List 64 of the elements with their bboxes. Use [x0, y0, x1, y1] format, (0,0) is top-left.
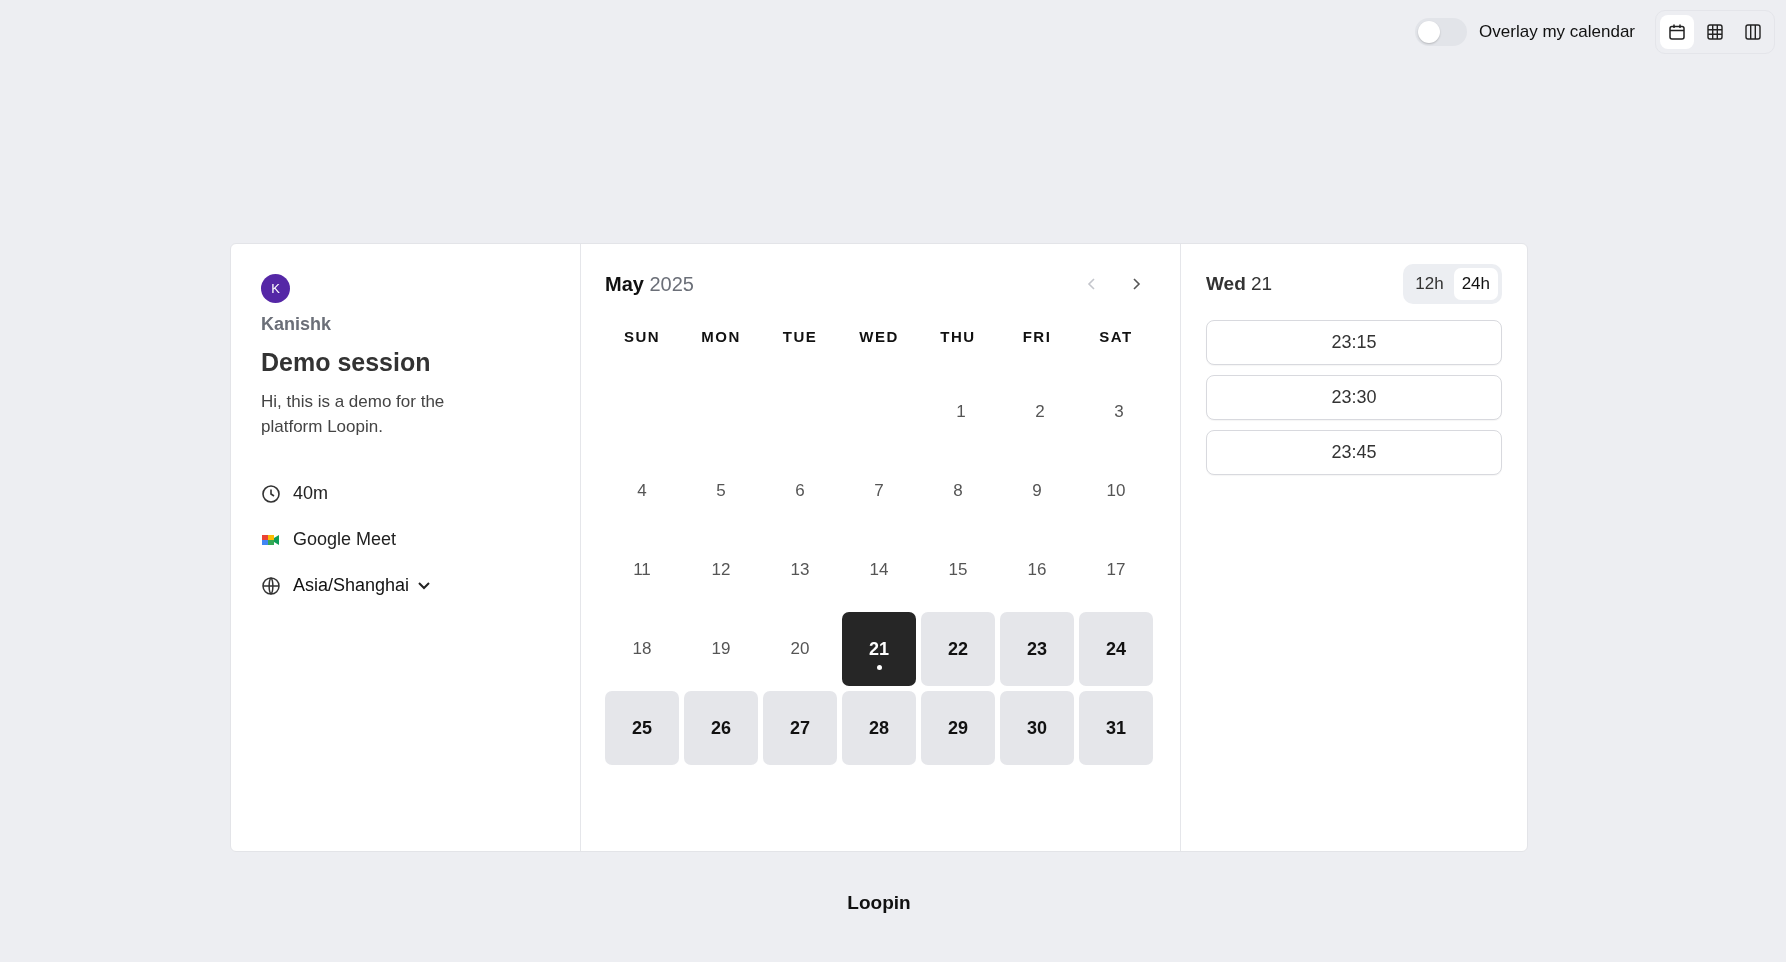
day-number: 2	[1034, 401, 1046, 423]
event-title: Demo session	[261, 348, 431, 377]
duration-text: 40m	[293, 483, 328, 504]
weekday-label: FRI	[1021, 328, 1053, 345]
day-number: 13	[789, 559, 811, 581]
weekday-label: SAT	[1098, 328, 1134, 345]
available-day-button[interactable]: 26	[684, 691, 758, 765]
calendar-icon	[1668, 23, 1686, 41]
weekday-label: TUE	[781, 328, 819, 345]
day-number: 15	[947, 559, 969, 581]
time-slot-button[interactable]: 23:30	[1206, 375, 1502, 420]
calendar-view-button[interactable]	[1660, 15, 1694, 49]
available-day-button[interactable]: 30	[1000, 691, 1074, 765]
event-description: Hi, this is a demo for the platform Loopin.	[261, 391, 446, 438]
day-number: 14	[868, 559, 890, 581]
day-number: 10	[1105, 480, 1127, 502]
chevron-left-icon	[1087, 277, 1097, 291]
day-number: 18	[631, 638, 653, 660]
avatar: K	[261, 274, 290, 303]
day-number: 12	[710, 559, 732, 581]
time-slot-button[interactable]: 23:15	[1206, 320, 1502, 365]
location-text: Google Meet	[293, 529, 397, 550]
brand-name: Loopin	[847, 892, 911, 914]
day-number: 11	[632, 559, 652, 581]
chevron-down-icon	[417, 580, 432, 591]
day-number: 9	[1031, 480, 1043, 502]
day-number: 5	[715, 480, 727, 502]
available-day-button[interactable]: 27	[763, 691, 837, 765]
overlay-toggle[interactable]	[1415, 18, 1468, 46]
clock-icon	[261, 483, 281, 504]
day-number: 1	[955, 401, 967, 423]
available-day-button[interactable]: 21	[842, 612, 916, 686]
day-number: 6	[794, 480, 806, 502]
overlay-label: Overlay my calendar	[1479, 22, 1635, 42]
grid-icon	[1706, 23, 1724, 41]
selected-date: Wed 21	[1206, 273, 1273, 295]
day-number: 17	[1105, 559, 1127, 581]
timezone-dropdown[interactable]: Asia/Shanghai	[293, 575, 432, 596]
available-day-button[interactable]: 22	[921, 612, 995, 686]
available-day-button[interactable]: 23	[1000, 612, 1074, 686]
day-number: 16	[1026, 559, 1048, 581]
month-title: May 2025	[605, 272, 694, 296]
day-number: 4	[636, 480, 648, 502]
day-number: 20	[789, 638, 811, 660]
day-number: 8	[952, 480, 964, 502]
available-day-button[interactable]: 29	[921, 691, 995, 765]
weekday-label: WED	[858, 328, 900, 345]
globe-icon	[261, 575, 281, 596]
time-slot-button[interactable]: 23:45	[1206, 430, 1502, 475]
time-format-option[interactable]: 24h	[1453, 268, 1498, 300]
available-day-button[interactable]: 25	[605, 691, 679, 765]
host-name: Kanishk	[261, 314, 332, 335]
day-number: 3	[1113, 401, 1125, 423]
chevron-right-icon	[1131, 277, 1141, 291]
available-day-button[interactable]: 24	[1079, 612, 1153, 686]
weekday-label: MON	[700, 328, 742, 345]
weekday-label: SUN	[622, 328, 662, 345]
day-number: 7	[873, 480, 885, 502]
day-number: 19	[710, 638, 732, 660]
time-format-option[interactable]: 12h	[1407, 268, 1452, 300]
weekday-label: THU	[939, 328, 977, 345]
columns-icon	[1744, 23, 1762, 41]
available-day-button[interactable]: 28	[842, 691, 916, 765]
available-day-button[interactable]: 31	[1079, 691, 1153, 765]
